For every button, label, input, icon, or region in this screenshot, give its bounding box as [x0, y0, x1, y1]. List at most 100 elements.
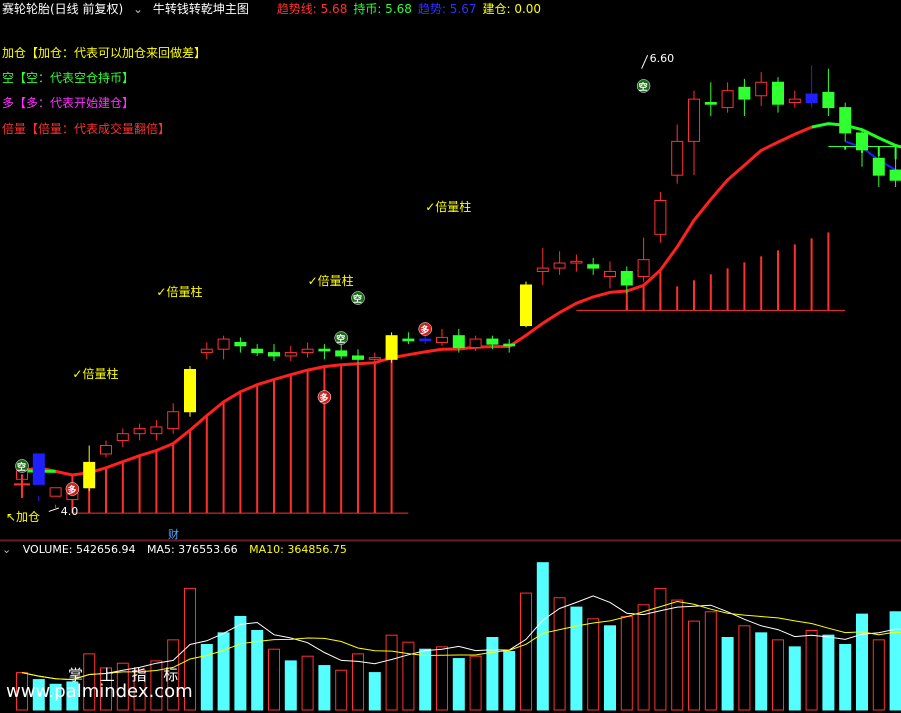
double-volume-label: ✓倍量柱 — [308, 273, 354, 288]
volume-bar — [788, 646, 801, 711]
candle-body — [234, 341, 247, 347]
add-position-label: ↖加仓 — [6, 510, 40, 524]
candle-body — [856, 132, 868, 151]
volume-bar — [385, 634, 398, 711]
candle-body — [772, 81, 784, 105]
volume-bar — [268, 648, 280, 711]
candle-body — [671, 140, 684, 176]
volume-bar — [889, 611, 901, 711]
volume-bar — [688, 620, 700, 711]
candle-body — [83, 461, 96, 489]
candle-body — [637, 259, 650, 278]
candle-body — [872, 157, 885, 176]
candle-body — [688, 98, 700, 142]
volume-bar — [452, 658, 465, 711]
long-signal: 多 — [420, 324, 429, 336]
volume-bar — [704, 611, 717, 711]
candle-body — [200, 348, 213, 354]
empty-signal: 空 — [336, 333, 345, 345]
low-price-pointer — [48, 507, 59, 512]
double-volume-label: ✓倍量柱 — [425, 199, 471, 214]
candle-body — [419, 338, 432, 342]
candle-body — [738, 86, 751, 100]
candle-body — [268, 352, 280, 357]
candle-body — [520, 284, 532, 327]
volume-bar — [368, 672, 381, 711]
candle-body — [301, 348, 314, 354]
volume-bar — [234, 615, 247, 711]
double-volume-label: ✓倍量柱 — [72, 366, 118, 381]
candle-body — [587, 264, 600, 269]
candle-body — [167, 411, 180, 430]
volume-bar — [570, 606, 583, 711]
volume-bar — [402, 641, 415, 711]
candle-body — [822, 91, 835, 109]
volume-bar — [637, 604, 650, 711]
candle-body — [184, 368, 196, 413]
candle-body — [352, 355, 364, 360]
price-chart: 6.604.0↖加仓财✓倍量柱✓倍量柱✓倍量柱✓倍量柱空空空空多多多 — [0, 52, 901, 711]
volume-bar — [419, 648, 432, 711]
volume-bar — [620, 615, 633, 711]
candle-body — [385, 335, 398, 360]
volume-bar — [755, 632, 768, 711]
candle-body — [536, 267, 549, 272]
candle-body — [32, 453, 45, 485]
volume-bar — [671, 599, 684, 711]
candle-body — [570, 260, 583, 264]
volume-bar — [217, 632, 230, 711]
volume-bar — [503, 651, 516, 711]
candle-body — [402, 338, 415, 342]
candle-body — [788, 98, 801, 104]
ma5-value: MA5: 376553.66 — [146, 543, 238, 556]
empty-signal: 空 — [639, 81, 648, 93]
volume-bar — [772, 639, 784, 711]
empty-signal: 空 — [17, 461, 26, 473]
volume-bar — [301, 655, 314, 711]
candle-body — [604, 270, 616, 278]
volume-settings-icon[interactable]: ⌄ — [2, 543, 11, 556]
high-price-pointer — [641, 55, 649, 69]
long-signal: 多 — [319, 392, 328, 404]
candle-body — [704, 102, 717, 105]
volume-bar — [318, 665, 331, 711]
high-price-label: 6.60 — [650, 52, 675, 65]
volume-bar — [587, 618, 600, 711]
candle-body — [839, 107, 852, 134]
candle-body — [755, 81, 768, 97]
candle-body — [805, 93, 818, 104]
volume-bar — [469, 655, 482, 711]
volume-bar — [805, 629, 818, 711]
volume-bar — [738, 625, 751, 711]
volume-bar — [284, 660, 297, 711]
volume-bar — [856, 613, 868, 711]
candle-body — [436, 336, 448, 343]
chart-window: 赛轮轮胎(日线 前复权) ⌄ 牛转钱转乾坤主图 趋势线: 5.68 持币: 5.6… — [0, 0, 901, 713]
candle-body — [553, 262, 566, 269]
candle-body — [150, 426, 163, 435]
volume-bar — [520, 592, 532, 711]
candle-body — [133, 428, 146, 435]
watermark-url: www.palmindex.com — [6, 681, 193, 702]
candle-body — [486, 338, 499, 345]
volume-bar — [335, 669, 348, 711]
candle-body — [368, 357, 381, 360]
volume-bar — [436, 646, 448, 711]
candle-body — [620, 270, 633, 286]
candle-body — [721, 90, 734, 109]
candle-body — [251, 348, 264, 354]
finance-marker: 财 — [168, 527, 179, 541]
volume-value: VOLUME: 542656.94 — [22, 543, 136, 556]
volume-bar — [486, 637, 499, 711]
candle-body — [100, 445, 112, 455]
candle-body — [654, 200, 667, 235]
candle-body — [335, 350, 348, 357]
candle-body — [284, 352, 297, 357]
candle-body — [318, 348, 331, 352]
volume-bar — [822, 634, 835, 711]
low-price-label: 4.0 — [61, 505, 79, 518]
volume-bar — [839, 644, 852, 711]
volume-bar — [721, 637, 734, 711]
candle-body — [452, 335, 465, 349]
volume-bar — [872, 639, 885, 711]
